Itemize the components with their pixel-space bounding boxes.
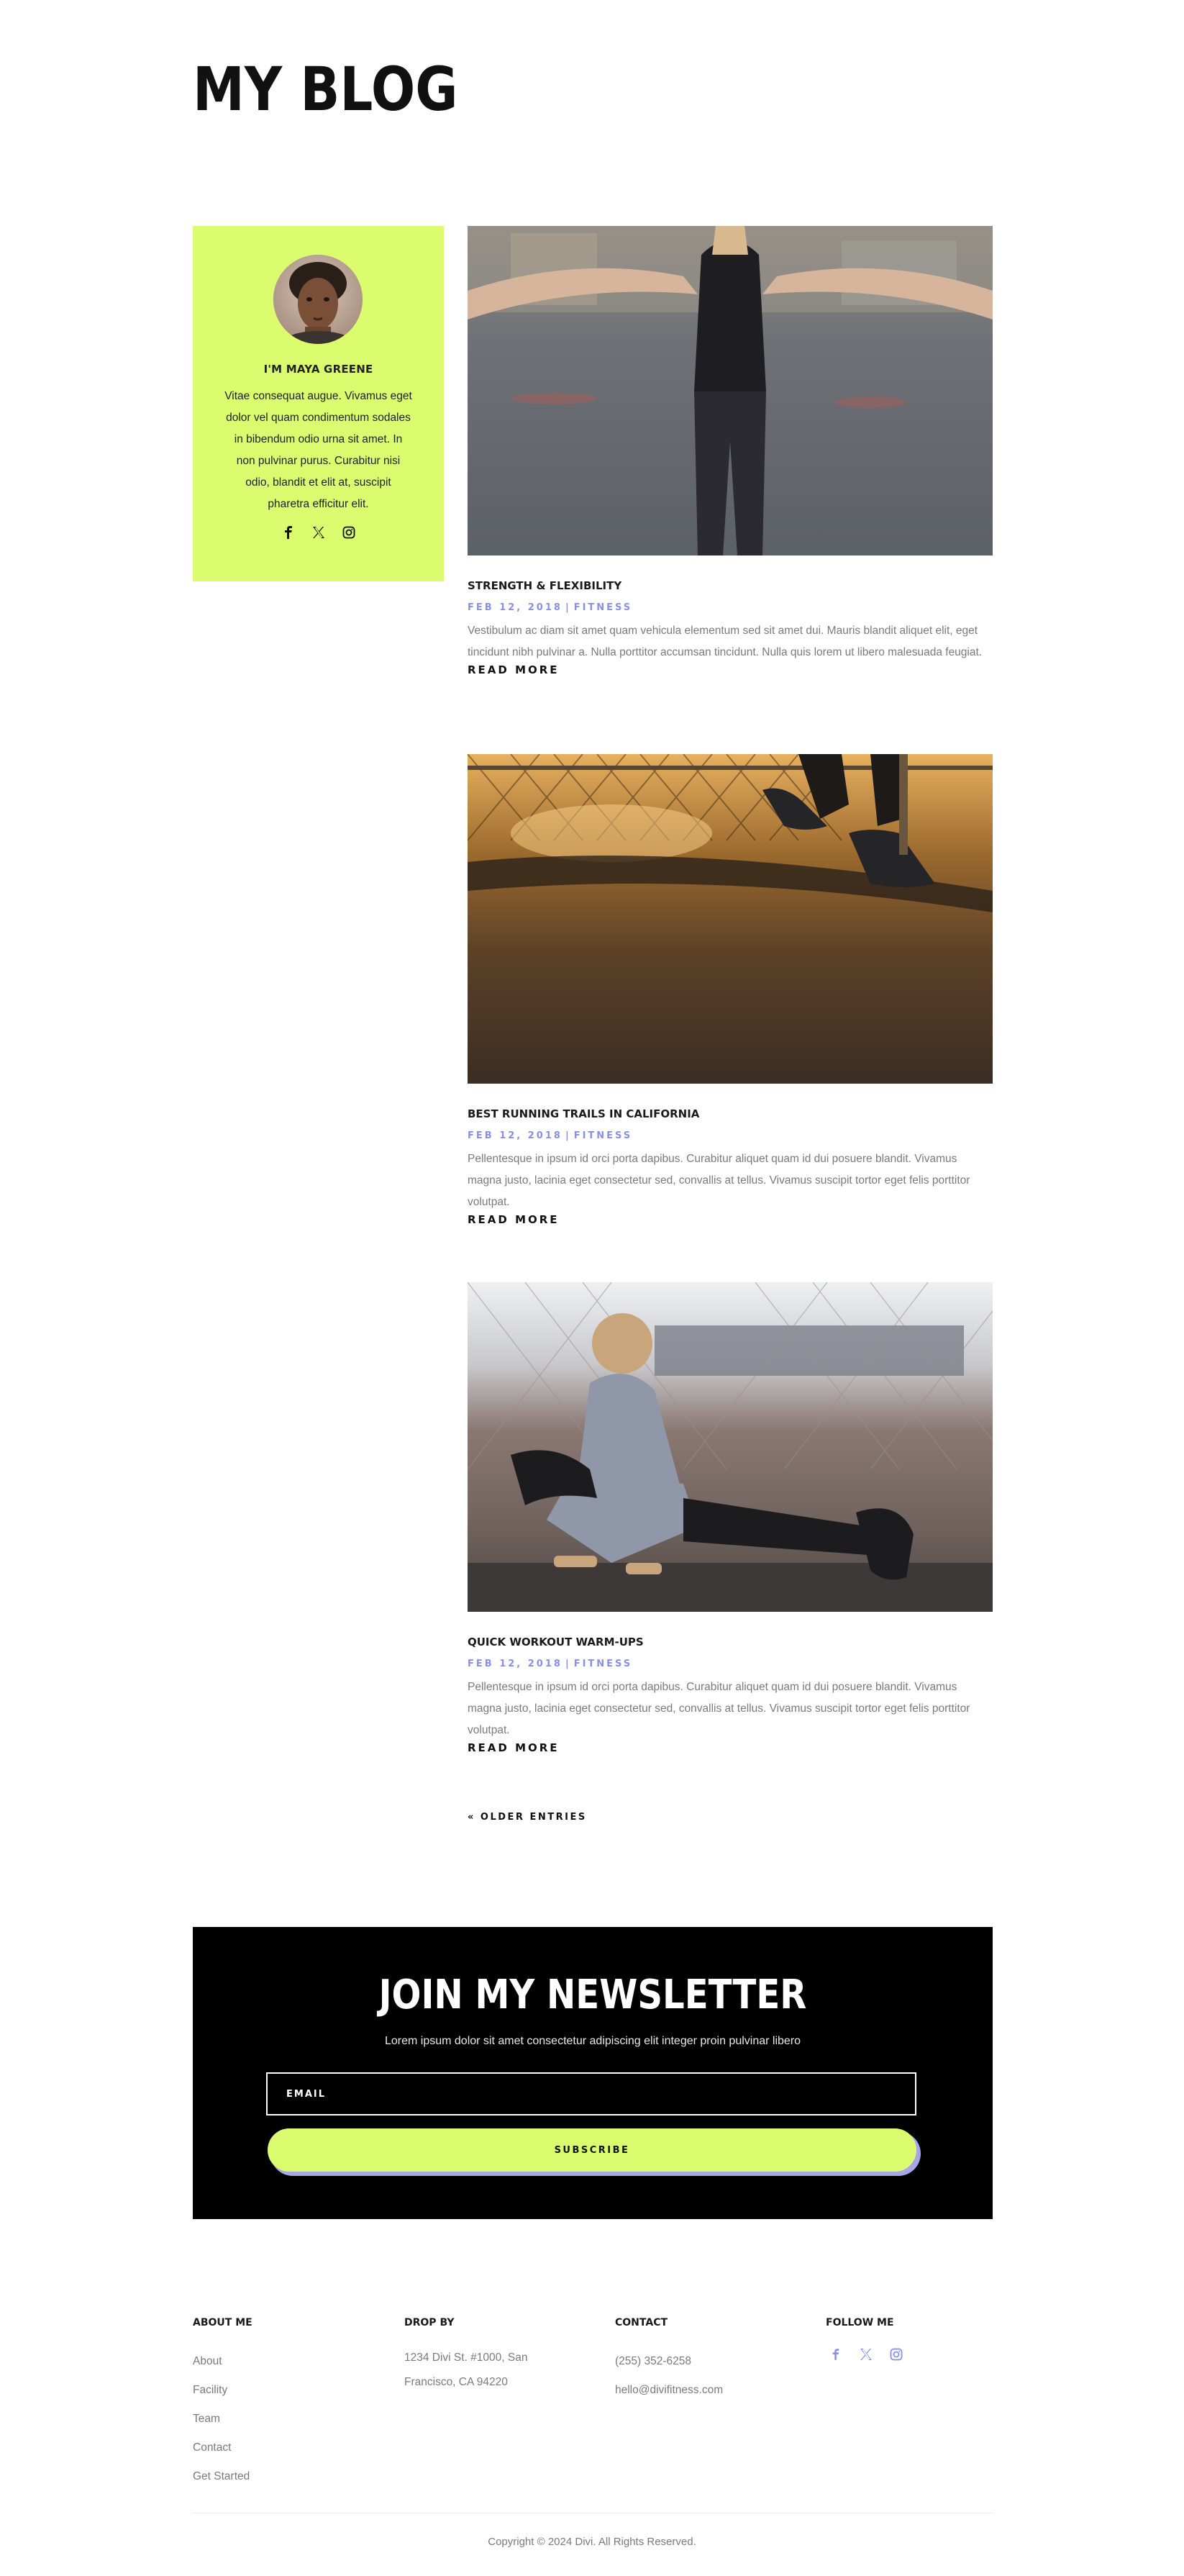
contact-phone: (255) 352-6258 [615, 2355, 691, 2367]
footer-heading: ABOUT ME [193, 2317, 252, 2328]
post-meta: FEB 12, 2018 | FITNESS [468, 1130, 993, 1141]
footer-link-team[interactable]: Team [193, 2405, 380, 2434]
footer-social-links [829, 2347, 1013, 2362]
post-image[interactable] [468, 226, 993, 555]
footer-about: ABOUT ME About Facility Team Contact Get… [193, 2317, 380, 2491]
address-line: Francisco, CA 94220 [404, 2376, 508, 2388]
read-more-link[interactable]: READ MORE [468, 1741, 560, 1754]
profile-name: I'M MAYA GREENE [263, 363, 373, 376]
post-image[interactable] [468, 754, 993, 1084]
blog-post: STRENGTH & FLEXIBILITY FEB 12, 2018 | FITN… [468, 226, 993, 677]
post-category[interactable]: FITNESS [574, 602, 633, 613]
meta-separator: | [565, 1659, 571, 1669]
profile-bio: Vitae consequat augue. Vivamus eget dolo… [224, 390, 412, 510]
post-date: FEB 12, 2018 [468, 1659, 563, 1669]
avatar-image [273, 255, 363, 344]
older-entries-link[interactable]: « OLDER ENTRIES [468, 1812, 587, 1823]
post-category[interactable]: FITNESS [574, 1659, 633, 1669]
email-field[interactable] [266, 2072, 916, 2115]
profile-card: I'M MAYA GREENE Vitae consequat augue. V… [193, 226, 444, 581]
post-meta: FEB 12, 2018 | FITNESS [468, 1659, 993, 1669]
meta-separator: | [565, 602, 571, 613]
address-line: 1234 Divi St. #1000, San [404, 2351, 528, 2364]
meta-separator: | [565, 1130, 571, 1141]
subscribe-button[interactable]: SUBSCRIBE [268, 2128, 916, 2172]
footer-contact: CONTACT (255) 352-6258 hello@divifitness… [615, 2317, 802, 2405]
post-date: FEB 12, 2018 [468, 602, 563, 613]
page-title: MY BLOG [193, 54, 458, 124]
footer-link-get-started[interactable]: Get Started [193, 2462, 380, 2491]
newsletter-subtitle: Lorem ipsum dolor sit amet consectetur a… [384, 2035, 801, 2047]
read-more-link[interactable]: READ MORE [468, 663, 560, 676]
post-title[interactable]: QUICK WORKOUT WARM-UPS [468, 1636, 993, 1648]
footer-follow: FOLLOW ME [826, 2317, 1013, 2362]
instagram-icon[interactable] [342, 525, 356, 540]
blog-post: BEST RUNNING TRAILS IN CALIFORNIA FEB 12… [468, 754, 993, 1227]
x-twitter-icon[interactable] [311, 525, 326, 540]
footer-heading: FOLLOW ME [826, 2317, 894, 2328]
read-more-link[interactable]: READ MORE [468, 1213, 560, 1226]
post-image[interactable] [468, 1282, 993, 1612]
post-date: FEB 12, 2018 [468, 1130, 563, 1141]
footer-link-about[interactable]: About [193, 2347, 380, 2376]
post-meta: FEB 12, 2018 | FITNESS [468, 602, 993, 613]
instagram-icon[interactable] [889, 2347, 903, 2362]
facebook-icon[interactable] [281, 525, 296, 540]
profile-social-links [193, 525, 444, 540]
copyright-text: Copyright © 2024 Divi. All Rights Reserv… [488, 2536, 696, 2548]
facebook-icon[interactable] [829, 2347, 843, 2362]
post-excerpt: Pellentesque in ipsum id orci porta dapi… [468, 1153, 970, 1208]
post-category[interactable]: FITNESS [574, 1130, 633, 1141]
footer-drop-by: DROP BY 1234 Divi St. #1000, San Francis… [404, 2317, 591, 2393]
footer-heading: CONTACT [615, 2317, 668, 2328]
newsletter-title: JOIN MY NEWSLETTER [378, 1972, 807, 2018]
newsletter-section: JOIN MY NEWSLETTER Lorem ipsum dolor sit… [193, 1927, 993, 2219]
post-excerpt: Vestibulum ac diam sit amet quam vehicul… [468, 625, 983, 658]
avatar [273, 255, 363, 344]
post-title[interactable]: STRENGTH & FLEXIBILITY [468, 579, 993, 592]
post-excerpt: Pellentesque in ipsum id orci porta dapi… [468, 1681, 970, 1736]
post-title[interactable]: BEST RUNNING TRAILS IN CALIFORNIA [468, 1107, 993, 1120]
footer-link-facility[interactable]: Facility [193, 2376, 380, 2405]
footer-link-contact[interactable]: Contact [193, 2434, 380, 2462]
contact-email-link[interactable]: hello@divifitness.com [615, 2376, 802, 2405]
footer-heading: DROP BY [404, 2317, 455, 2328]
x-twitter-icon[interactable] [859, 2347, 873, 2362]
blog-post: QUICK WORKOUT WARM-UPS FEB 12, 2018 | FITN… [468, 1282, 993, 1755]
